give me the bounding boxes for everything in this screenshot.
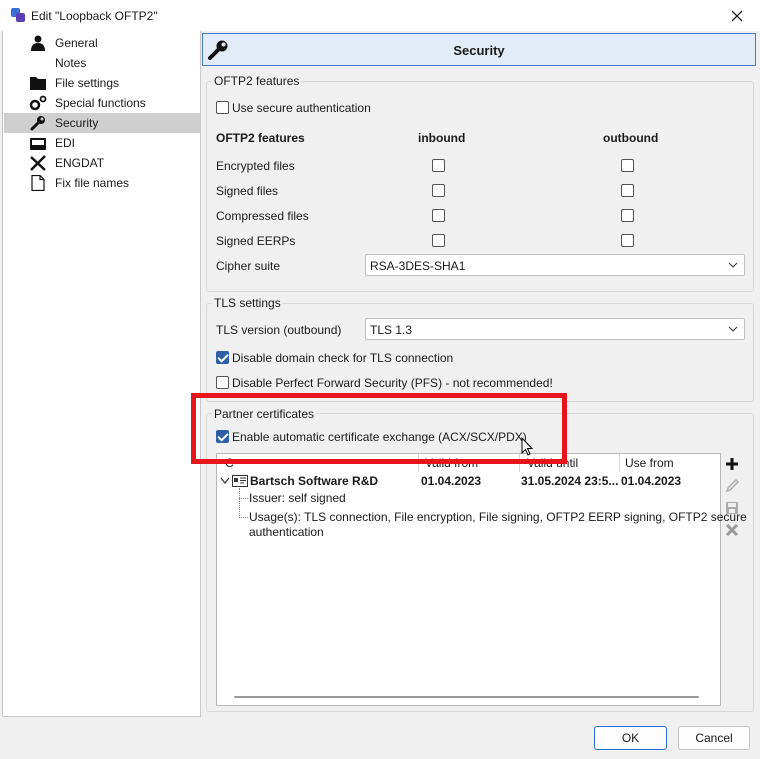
certificate-usage-continued: authentication	[249, 525, 324, 539]
column-separator	[619, 454, 620, 472]
disable-domain-check-label: Disable domain check for TLS connection	[232, 351, 454, 365]
tls-version-select[interactable]: TLS 1.3	[365, 318, 745, 340]
settings-nav-tree: General Notes File settings Special func…	[2, 31, 201, 717]
eerps-inbound-checkbox[interactable]	[432, 234, 445, 247]
cipher-suite-value: RSA-3DES-SHA1	[370, 259, 466, 273]
save-icon[interactable]	[724, 500, 740, 516]
group-label: TLS settings	[212, 296, 283, 310]
outbound-column-header: outbound	[603, 131, 659, 145]
disable-domain-check-checkbox[interactable]	[216, 351, 229, 364]
cancel-button[interactable]: Cancel	[678, 726, 750, 750]
nav-item-security[interactable]: Security	[4, 113, 200, 133]
certificate-valid-from: 01.04.2023	[421, 474, 482, 488]
nav-label: EDI	[55, 136, 76, 150]
highlight-annotation	[191, 393, 567, 464]
close-icon	[731, 10, 743, 21]
signed-outbound-checkbox[interactable]	[621, 184, 634, 197]
certificate-valid-until: 31.05.2024 23:5...	[521, 474, 619, 488]
person-icon	[31, 35, 45, 51]
compressed-outbound-checkbox[interactable]	[621, 209, 634, 222]
title-bar: Edit "Loopback OFTP2"	[0, 0, 760, 31]
tools-icon	[30, 155, 46, 171]
column-header-use-from[interactable]: Use from	[625, 456, 674, 470]
ok-button[interactable]: OK	[594, 726, 667, 750]
folder-icon	[30, 77, 46, 90]
nav-item-file-settings[interactable]: File settings	[4, 73, 200, 93]
eerps-outbound-checkbox[interactable]	[621, 234, 634, 247]
app-icon	[11, 8, 25, 22]
wrench-icon	[30, 116, 45, 131]
feature-column-header: OFTP2 features	[216, 131, 305, 145]
compressed-inbound-checkbox[interactable]	[432, 209, 445, 222]
disable-pfs-checkbox[interactable]	[216, 376, 229, 389]
nav-label: ENGDAT	[55, 156, 105, 170]
horizontal-scrollbar[interactable]	[234, 696, 699, 698]
gears-icon	[29, 95, 47, 111]
feature-label-signed-eerps: Signed EERPs	[216, 234, 296, 248]
feature-label-signed: Signed files	[216, 184, 279, 198]
section-header: Security	[202, 33, 756, 66]
nav-item-notes[interactable]: Notes	[4, 53, 200, 73]
delete-icon[interactable]	[724, 522, 740, 538]
tls-version-value: TLS 1.3	[370, 323, 413, 337]
feature-label-compressed: Compressed files	[216, 209, 309, 223]
nav-label: Fix file names	[55, 176, 130, 190]
feature-label-encrypted: Encrypted files	[216, 159, 295, 173]
certificate-issuer: Issuer: self signed	[249, 491, 346, 505]
tls-version-label: TLS version (outbound)	[216, 323, 342, 337]
encrypted-outbound-checkbox[interactable]	[621, 159, 634, 172]
certificate-usage: Usage(s): TLS connection, File encryptio…	[249, 510, 747, 524]
edit-pencil-icon[interactable]	[724, 478, 740, 494]
tree-connector	[239, 488, 240, 516]
signed-inbound-checkbox[interactable]	[432, 184, 445, 197]
cipher-suite-label: Cipher suite	[216, 259, 281, 273]
nav-item-special-functions[interactable]: Special functions	[4, 93, 200, 113]
certificate-icon	[232, 475, 248, 487]
document-icon	[31, 175, 45, 191]
page-title: Security	[453, 43, 505, 58]
nav-label: General	[55, 36, 98, 50]
certificate-name: Bartsch Software R&D	[250, 474, 379, 488]
secure-auth-label: Use secure authentication	[232, 101, 371, 115]
chevron-down-icon[interactable]	[220, 477, 230, 485]
nav-label: Special functions	[55, 96, 146, 110]
tree-connector	[239, 517, 248, 518]
inbox-tray-icon	[30, 138, 46, 150]
tree-connector	[239, 498, 248, 499]
mouse-cursor-icon	[521, 437, 534, 456]
nav-label: File settings	[55, 76, 120, 90]
nav-label: Notes	[55, 56, 87, 70]
group-label: OFTP2 features	[212, 74, 302, 88]
inbound-column-header: inbound	[418, 131, 466, 145]
secure-auth-checkbox[interactable]	[216, 101, 229, 114]
nav-item-fix-file-names[interactable]: Fix file names	[4, 173, 200, 193]
nav-item-engdat[interactable]: ENGDAT	[4, 153, 200, 173]
nav-item-general[interactable]: General	[4, 33, 200, 53]
chevron-down-icon	[728, 326, 738, 332]
window-title: Edit "Loopback OFTP2"	[31, 9, 158, 23]
encrypted-inbound-checkbox[interactable]	[432, 159, 445, 172]
nav-label: Security	[55, 116, 99, 130]
chevron-down-icon	[728, 262, 738, 268]
certificate-use-from: 01.04.2023	[621, 474, 682, 488]
certificate-table[interactable]: C Valid from Valid until Use from Bartsc…	[216, 453, 747, 706]
nav-item-edi[interactable]: EDI	[4, 133, 200, 153]
table-row[interactable]: Bartsch Software R&D 01.04.2023 31.05.20…	[217, 472, 720, 490]
close-button[interactable]	[714, 0, 760, 31]
cipher-suite-select[interactable]: RSA-3DES-SHA1	[365, 254, 745, 276]
add-icon[interactable]	[724, 456, 740, 472]
disable-pfs-label: Disable Perfect Forward Security (PFS) -…	[232, 376, 553, 390]
